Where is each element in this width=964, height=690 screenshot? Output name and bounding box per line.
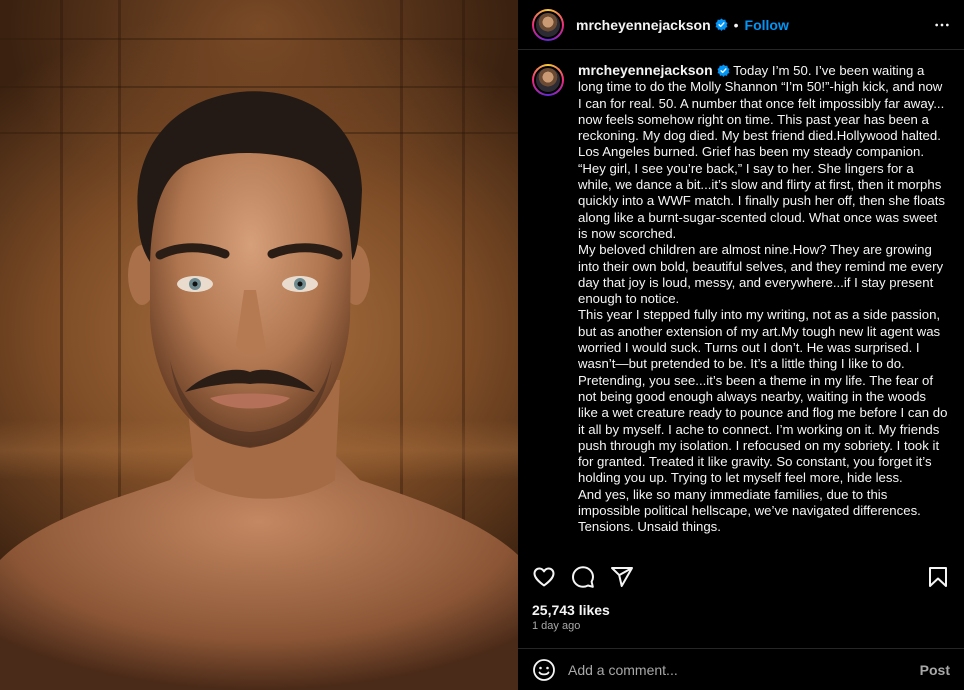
- caption-paragraph: Today I’m 50. I’ve been waiting a long t…: [578, 63, 945, 241]
- comment-bubble-icon[interactable]: [571, 565, 595, 589]
- caption-paragraph: My beloved children are almost nine.How?…: [578, 242, 944, 307]
- verified-badge-icon: [717, 64, 730, 77]
- post-timestamp[interactable]: 1 day ago: [532, 620, 580, 632]
- post-header: mrcheyennejackson • Follow: [518, 0, 964, 50]
- separator-dot: •: [733, 16, 739, 33]
- caption-username[interactable]: mrcheyennejackson: [578, 62, 713, 78]
- follow-button[interactable]: Follow: [745, 17, 789, 33]
- heart-icon[interactable]: [532, 565, 556, 589]
- header-username[interactable]: mrcheyennejackson: [576, 17, 711, 33]
- caption-row: mrcheyennejackson Today I’m 50. I’ve bee…: [518, 62, 964, 536]
- caption-avatar[interactable]: [532, 64, 564, 96]
- avatar[interactable]: [532, 8, 564, 41]
- instagram-post-modal: mrcheyennejackson • Follow mrcheyennejac…: [0, 0, 964, 690]
- more-horizontal-icon[interactable]: [934, 17, 950, 33]
- post-sidebar: mrcheyennejackson • Follow mrcheyennejac…: [518, 0, 964, 690]
- caption-paragraph: This year I stepped fully into my writin…: [578, 307, 948, 486]
- post-photo[interactable]: [0, 0, 518, 690]
- caption-paragraph: And yes, like so many immediate families…: [578, 486, 921, 535]
- add-comment-row: Post: [518, 648, 964, 690]
- action-bar: [532, 562, 950, 592]
- post-caption: mrcheyennejackson Today I’m 50. I’ve bee…: [578, 62, 948, 536]
- bookmark-icon[interactable]: [926, 565, 950, 589]
- emoji-smiley-icon[interactable]: [532, 658, 556, 682]
- verified-badge-icon: [715, 18, 728, 31]
- portrait-figure: [0, 91, 518, 690]
- paper-plane-icon[interactable]: [610, 565, 634, 589]
- comment-input[interactable]: [568, 661, 920, 678]
- likes-count[interactable]: 25,743 likes: [532, 602, 610, 618]
- post-comment-button[interactable]: Post: [920, 662, 950, 678]
